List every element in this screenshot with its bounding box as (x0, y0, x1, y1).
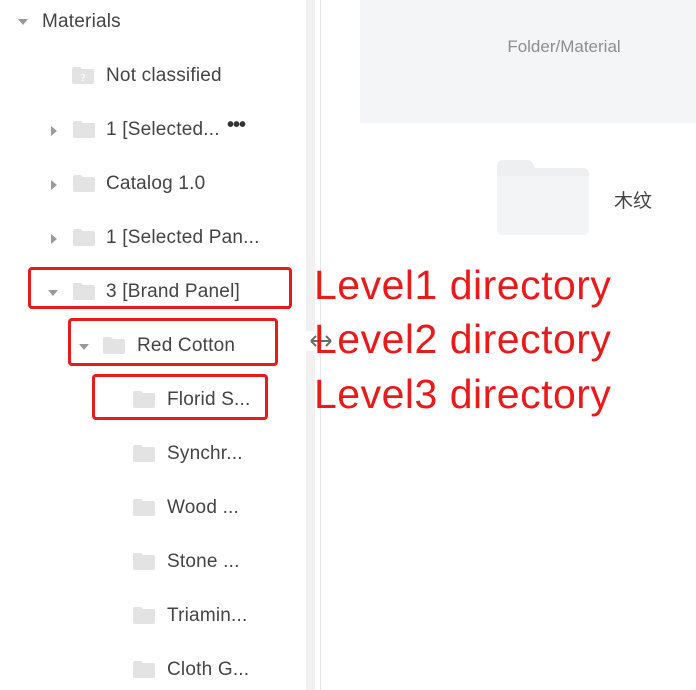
level1-highlight-box (28, 267, 292, 309)
folder-icon (133, 499, 155, 516)
tree-item-label[interactable]: Not classified (106, 65, 222, 87)
level2-highlight-box (68, 318, 278, 366)
folder-icon (133, 553, 155, 570)
level2-annotation: Level2 directory (314, 316, 612, 362)
more-options-icon[interactable]: ••• (227, 114, 246, 137)
chevron-right-icon[interactable] (51, 180, 57, 190)
chevron-down-icon[interactable] (18, 19, 28, 25)
tree-item-label[interactable]: Synchr... (167, 443, 243, 465)
tree-item-label[interactable]: Catalog 1.0 (106, 173, 205, 195)
chevron-right-icon[interactable] (51, 234, 57, 244)
header-title: Folder/Material (507, 37, 621, 56)
chevron-right-icon[interactable] (51, 126, 57, 136)
folder-icon (73, 175, 95, 192)
level3-annotation: Level3 directory (314, 371, 612, 417)
tree-item-label[interactable]: Wood ... (167, 497, 239, 519)
tree-item-label[interactable]: 1 [Selected... (106, 119, 220, 141)
folder-name[interactable]: 木纹 (614, 186, 652, 213)
svg-text:?: ? (80, 73, 85, 84)
folder-icon (133, 445, 155, 462)
folder-icon (133, 607, 155, 624)
folder-icon (133, 661, 155, 678)
folder-icon[interactable] (497, 160, 589, 235)
tree-item-label[interactable]: Stone ... (167, 551, 240, 573)
tree-item-label[interactable]: Cloth G... (167, 659, 249, 681)
level3-highlight-box (92, 374, 268, 420)
level1-annotation: Level1 directory (314, 262, 612, 308)
folder-icon (73, 121, 95, 138)
tree-item-label[interactable]: Triamin... (167, 605, 247, 627)
content-header (360, 0, 696, 123)
tree-root-label[interactable]: Materials (42, 11, 121, 33)
folder-icon (73, 229, 95, 246)
question-folder-icon: ? (72, 67, 94, 84)
tree-item-label[interactable]: 1 [Selected Pan... (106, 227, 260, 249)
